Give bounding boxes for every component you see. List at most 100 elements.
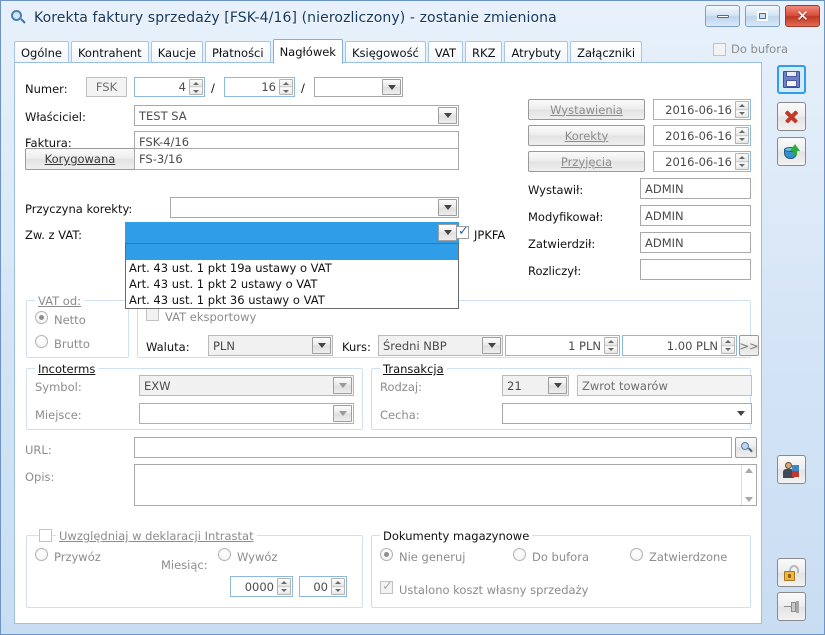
radio-wywoz[interactable]: [218, 548, 231, 561]
incoterms-symbol-value: EXW: [144, 378, 171, 393]
unlock-button[interactable]: [777, 558, 806, 587]
przyczyna-korekty-combo[interactable]: [170, 197, 459, 218]
data-wystawienia-field[interactable]: 2016-06-16: [653, 99, 751, 120]
url-field[interactable]: [134, 437, 732, 458]
transakcja-cecha-combo[interactable]: [502, 403, 752, 424]
radio-netto[interactable]: [35, 311, 48, 324]
chevron-down-icon[interactable]: [482, 337, 501, 354]
numer-year-field[interactable]: 16: [224, 77, 295, 97]
tab-vat[interactable]: VAT: [427, 41, 464, 63]
numer-series-combo[interactable]: [314, 77, 403, 97]
chevron-down-icon[interactable]: [333, 377, 352, 394]
korygowana-field[interactable]: FS-3/16: [134, 148, 459, 170]
dropdown-item[interactable]: Art. 43 ust. 1 pkt 2 ustawy o VAT: [126, 276, 458, 292]
url-browse-button[interactable]: [735, 437, 757, 458]
numer-seq-field[interactable]: 4: [134, 77, 205, 97]
radio-brutto[interactable]: [35, 335, 48, 348]
dropdown-item[interactable]: [126, 244, 458, 260]
modyfikowal-field[interactable]: ADMIN: [640, 205, 751, 226]
radio-zatwierdzone[interactable]: [630, 548, 643, 561]
kurs-more-button[interactable]: >>: [739, 335, 759, 356]
tab-kontrahent[interactable]: Kontrahent: [70, 41, 149, 63]
contact-button[interactable]: [777, 455, 806, 484]
miesiac-label: Miesiąc:: [161, 558, 208, 572]
dropdown-item[interactable]: Art. 43 ust. 1 pkt 19a ustawy o VAT: [126, 260, 458, 276]
chevron-down-icon[interactable]: [438, 224, 457, 241]
zatwierdzil-field[interactable]: ADMIN: [640, 232, 751, 253]
tab-rkz[interactable]: RKZ: [465, 41, 503, 63]
radio-do-bufora[interactable]: [513, 548, 526, 561]
radio-przywoz[interactable]: [35, 548, 48, 561]
numer-seq-spinner[interactable]: [189, 79, 203, 95]
symbol-label: Symbol:: [35, 380, 82, 394]
tab-zalaczniki[interactable]: Załączniki: [570, 41, 643, 63]
radio-nie-generuj[interactable]: [380, 548, 393, 561]
tab-ksiegowosc[interactable]: Księgowość: [344, 41, 426, 63]
zatwierdzil-label: Zatwierdził:: [528, 237, 596, 251]
tab-ogolne[interactable]: Ogólne: [14, 41, 69, 63]
ustalono-koszt-checkbox[interactable]: ✓: [380, 580, 393, 594]
wystawienia-button[interactable]: Wystawienia: [528, 99, 645, 120]
jpkfa-checkbox[interactable]: ✓: [456, 225, 469, 239]
pin-button[interactable]: [777, 592, 806, 621]
chevron-down-icon[interactable]: [312, 337, 331, 354]
chevron-down-icon[interactable]: [438, 199, 457, 216]
do-bufora-checkbox[interactable]: [713, 42, 726, 56]
zw-z-vat-dropdown-list[interactable]: Art. 43 ust. 1 pkt 19a ustawy o VAT Art.…: [125, 243, 459, 309]
opis-textarea[interactable]: [134, 464, 757, 506]
tab-label: VAT: [434, 45, 457, 60]
chevron-down-icon[interactable]: [548, 377, 567, 394]
data-przyjecia-field[interactable]: 2016-06-16: [653, 151, 751, 172]
zw-z-vat-combo[interactable]: [125, 222, 459, 243]
dropdown-item-label: Art. 43 ust. 1 pkt 19a ustawy o VAT: [129, 261, 332, 275]
export-button[interactable]: [777, 137, 806, 166]
kurs-to-value: 1.00 PLN: [666, 338, 718, 353]
minimize-button[interactable]: [705, 5, 740, 27]
intrastat-rok-field[interactable]: 0000: [230, 576, 293, 597]
intrastat-miesiac-field[interactable]: 00: [299, 576, 347, 597]
incoterms-symbol-combo[interactable]: EXW: [139, 375, 354, 396]
tab-naglowek[interactable]: Nagłówek: [272, 39, 343, 64]
do-bufora-group[interactable]: Do bufora: [713, 42, 788, 56]
korekty-button[interactable]: Korekty: [528, 125, 645, 146]
data-korekty-field[interactable]: 2016-06-16: [653, 125, 751, 146]
kurs-to-spinner[interactable]: [721, 337, 735, 354]
chevron-down-icon[interactable]: [382, 79, 401, 95]
date-spinner[interactable]: [735, 101, 749, 118]
intrastat-miesiac-spinner[interactable]: [331, 578, 345, 595]
chevron-down-icon[interactable]: [731, 405, 750, 422]
close-button[interactable]: ✕: [785, 5, 820, 27]
przyjecia-button[interactable]: Przyjęcia: [528, 151, 645, 172]
wywoz-label: Wywóz: [237, 550, 278, 564]
korygowana-button[interactable]: Korygowana: [25, 148, 135, 170]
transakcja-rodzaj-combo[interactable]: 21: [502, 375, 569, 396]
intrastat-rok-spinner[interactable]: [277, 578, 291, 595]
date-spinner[interactable]: [735, 153, 749, 170]
incoterms-miejsce-combo[interactable]: [139, 403, 354, 424]
kurs-to-field[interactable]: 1.00 PLN: [622, 335, 737, 356]
tab-atrybuty[interactable]: Atrybuty: [504, 41, 569, 63]
maximize-button[interactable]: [745, 5, 780, 27]
kurs-type-combo[interactable]: Średni NBP: [378, 335, 503, 356]
wlasciciel-combo[interactable]: TEST SA: [134, 105, 459, 126]
wystawil-field[interactable]: ADMIN: [640, 178, 751, 199]
scroll-up-icon[interactable]: [745, 468, 753, 473]
cancel-button[interactable]: [777, 102, 806, 131]
intrastat-checkbox[interactable]: [39, 529, 52, 542]
waluta-combo[interactable]: PLN: [208, 335, 333, 356]
kurs-from-spinner[interactable]: [604, 337, 618, 354]
rozliczyl-field[interactable]: [640, 259, 751, 280]
opis-scrollbar[interactable]: [741, 465, 756, 505]
numer-year-spinner[interactable]: [279, 79, 293, 95]
numer-year-value: 16: [261, 80, 276, 94]
scroll-down-icon[interactable]: [745, 497, 753, 502]
kurs-from-field[interactable]: 1 PLN: [505, 335, 620, 356]
dropdown-item[interactable]: Art. 43 ust. 1 pkt 36 ustawy o VAT: [126, 292, 458, 308]
chevron-down-icon[interactable]: [333, 405, 352, 422]
save-button[interactable]: [777, 65, 806, 94]
tab-kaucje[interactable]: Kaucje: [150, 41, 203, 63]
chevron-down-icon[interactable]: [438, 107, 457, 124]
date-spinner[interactable]: [735, 127, 749, 144]
vat-eksportowy-checkbox[interactable]: [146, 308, 159, 321]
tab-platnosci[interactable]: Płatności: [204, 41, 271, 63]
